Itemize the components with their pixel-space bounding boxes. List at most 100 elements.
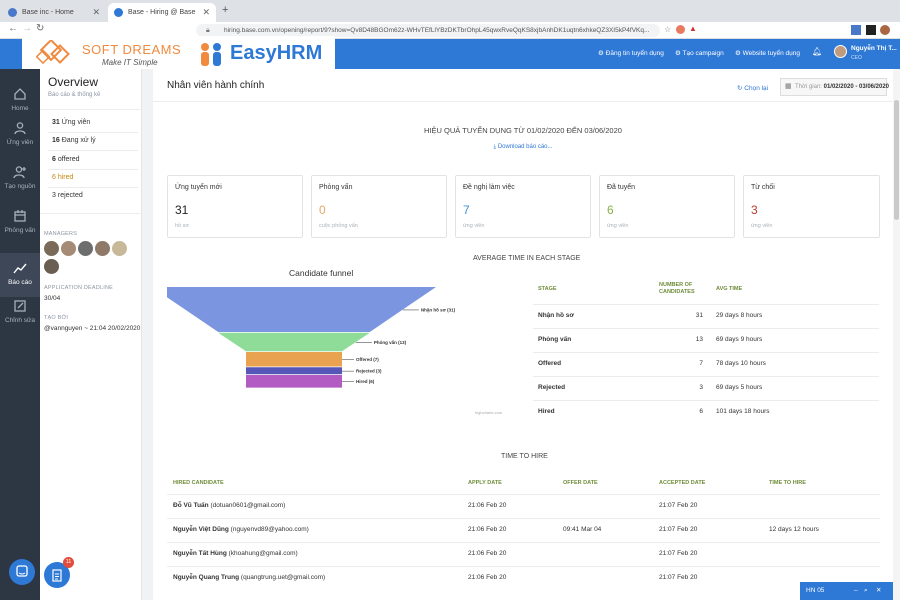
scrollbar-thumb[interactable] <box>894 100 899 220</box>
tab-title: Base - Hiring @ Base <box>128 9 196 16</box>
stat-candidates[interactable]: 31 Ứng viên <box>52 119 90 126</box>
summary-card-interview[interactable]: Phỏng vấn 0 cuộc phỏng vấn <box>311 175 447 238</box>
hired-candidate[interactable]: Nguyễn Việt Dũng (nguyenvd89@yahoo.com) <box>173 526 309 533</box>
user-avatar[interactable] <box>834 45 847 58</box>
avg-header-count: NUMBER OF CANDIDATES <box>659 282 695 295</box>
nav-label: Ứng viên <box>6 139 34 146</box>
download-label: Download báo cáo... <box>497 144 553 150</box>
candidate-email: (quangtrung.uet@gmail.com) <box>240 574 326 581</box>
edit-icon <box>14 300 26 312</box>
stat-rejected[interactable]: 3 rejected <box>52 192 83 199</box>
overview-subtitle: Báo cáo & thống kê <box>48 92 101 98</box>
left-nav: Home Ứng viên Tạo nguồn Phỏng vấn Báo cá… <box>0 69 40 600</box>
funnel-data-label: Nhận hồ sơ (31) <box>421 307 456 312</box>
stage-name: Rejected <box>538 384 566 391</box>
profile-avatar[interactable] <box>880 25 890 35</box>
divider <box>167 494 880 495</box>
warning-icon[interactable]: ▲ <box>689 24 697 33</box>
soft-dreams-logo-icon <box>36 40 70 65</box>
gutter <box>142 69 153 600</box>
calendar-icon: ▦ <box>785 83 792 90</box>
hired-candidate[interactable]: Nguyễn Quang Trung (quangtrung.uet@gmail… <box>173 574 325 581</box>
funnel-segment[interactable] <box>167 287 436 332</box>
minimize-icon[interactable]: – <box>854 582 858 600</box>
funnel-segment[interactable] <box>218 332 370 352</box>
manager-avatar[interactable] <box>44 241 59 256</box>
stat-offered[interactable]: 6 offered <box>52 156 80 163</box>
summary-card-offer[interactable]: Đề nghị làm việc 7 ứng viên <box>455 175 591 238</box>
card-sub: ứng viên <box>607 223 629 229</box>
nav-label: Home <box>11 105 29 112</box>
user-name[interactable]: Nguyễn Thị T... <box>851 45 897 52</box>
manager-avatar[interactable] <box>61 241 76 256</box>
career-site-link[interactable]: ⚙ Website tuyển dụng <box>735 49 800 57</box>
stage-count: 6 <box>699 408 703 415</box>
nav-item-interview[interactable]: Phỏng vấn <box>0 201 40 245</box>
funnel-segment[interactable] <box>246 367 342 375</box>
stage-name: Offered <box>538 360 562 367</box>
soft-dreams-tagline: Make IT Simple <box>102 58 158 67</box>
browser-tab-bar: Base inc - Home ✕ Base - Hiring @ Base ✕… <box>0 0 900 22</box>
manager-avatar[interactable] <box>112 241 127 256</box>
star-icon[interactable]: ☆ <box>664 25 671 34</box>
funnel-series: Nhận hồ sơ (31) Phỏng vấn (13) Offered (7)… <box>167 287 456 388</box>
partner-logo-banner: SOFT DREAMS Make IT Simple EasyHRM <box>22 36 335 73</box>
new-tab-icon[interactable]: + <box>222 4 228 16</box>
manager-avatar[interactable] <box>44 259 59 274</box>
funnel-segment[interactable] <box>246 375 342 388</box>
stat-hired[interactable]: 6 hired <box>52 174 73 181</box>
chart-credit: highcharts.com <box>475 410 503 415</box>
base-favicon-icon <box>8 8 17 17</box>
stage-name: Hired <box>538 408 555 415</box>
chart-title: Candidate funnel <box>289 268 353 278</box>
url-text: hiring.base.com.vn/opening/report/9?show… <box>224 27 650 34</box>
date-range-picker[interactable]: ▦ Thời gian: 01/02/2020 - 03/06/2020 <box>780 78 889 96</box>
close-icon[interactable]: ✕ <box>202 3 210 22</box>
stat-count: 6 <box>52 156 56 163</box>
nav-item-candidates[interactable]: Ứng viên <box>0 113 40 157</box>
chat-window-tab[interactable]: HN 05 – ⌕ ✕ <box>800 582 893 600</box>
user-role: CEO <box>851 55 862 61</box>
hired-candidate[interactable]: Đỗ Vũ Tuấn (dotuan0601@gmail.com) <box>173 502 285 509</box>
notification-badge: 11 <box>63 557 74 568</box>
nav-label: Chỉnh sửa <box>4 317 35 324</box>
download-report-link[interactable]: ⤓ Download báo cáo... <box>153 144 893 151</box>
hired-candidate[interactable]: Nguyễn Tất Hùng (khoahung@gmail.com) <box>173 550 298 557</box>
summary-card-new[interactable]: Ứng tuyển mới 31 hồ sơ <box>167 175 303 238</box>
create-campaign-link[interactable]: ⚙ Tạo campaign <box>675 49 724 57</box>
browser-tab-home[interactable]: Base inc - Home ✕ <box>2 3 106 22</box>
nav-item-sourcing[interactable]: Tạo nguồn <box>0 157 40 201</box>
bell-icon[interactable]: 🔔︎ <box>812 47 822 56</box>
managers-label: MANAGERS <box>44 231 78 237</box>
summary-card-hired[interactable]: Đã tuyển 6 ứng viên <box>599 175 735 238</box>
manager-avatar[interactable] <box>95 241 110 256</box>
summary-card-rejected[interactable]: Từ chối 3 ứng viên <box>743 175 880 238</box>
divider <box>48 150 138 151</box>
chat-launcher-button[interactable] <box>9 559 35 585</box>
career-site-label: Website tuyển dụng <box>742 50 800 57</box>
close-icon[interactable]: ✕ <box>92 3 100 22</box>
forward-icon[interactable]: → <box>22 23 32 34</box>
back-icon[interactable]: ← <box>8 23 18 34</box>
manager-avatar[interactable] <box>78 241 93 256</box>
stat-in-progress[interactable]: 16 Đang xử lý <box>52 137 96 144</box>
reload-icon[interactable]: ↻ <box>36 23 44 34</box>
deadline-value: 30/04 <box>44 295 61 302</box>
translate-icon[interactable] <box>851 25 861 35</box>
card-sub: ứng viên <box>751 223 773 229</box>
extension-icon[interactable] <box>676 25 685 34</box>
nav-item-edit[interactable]: Chỉnh sửa <box>0 291 40 335</box>
post-job-link[interactable]: ⚙ Đăng tin tuyển dụng <box>598 49 664 57</box>
search-icon[interactable]: ⌕ <box>864 582 868 600</box>
divider <box>40 109 142 110</box>
extension-icon[interactable] <box>866 25 876 35</box>
clipboard-icon <box>52 569 62 582</box>
card-label: Phỏng vấn <box>319 184 353 191</box>
stat-label: Đang xử lý <box>61 137 96 144</box>
stage-name: Nhận hồ sơ <box>538 312 575 319</box>
choose-again-link[interactable]: ↻ Chọn lại <box>737 84 768 92</box>
apply-date: 21:06 Feb 20 <box>468 526 507 533</box>
close-icon[interactable]: ✕ <box>876 582 881 600</box>
browser-tab-hiring[interactable]: Base - Hiring @ Base ✕ <box>108 3 216 22</box>
funnel-segment[interactable] <box>246 352 342 367</box>
